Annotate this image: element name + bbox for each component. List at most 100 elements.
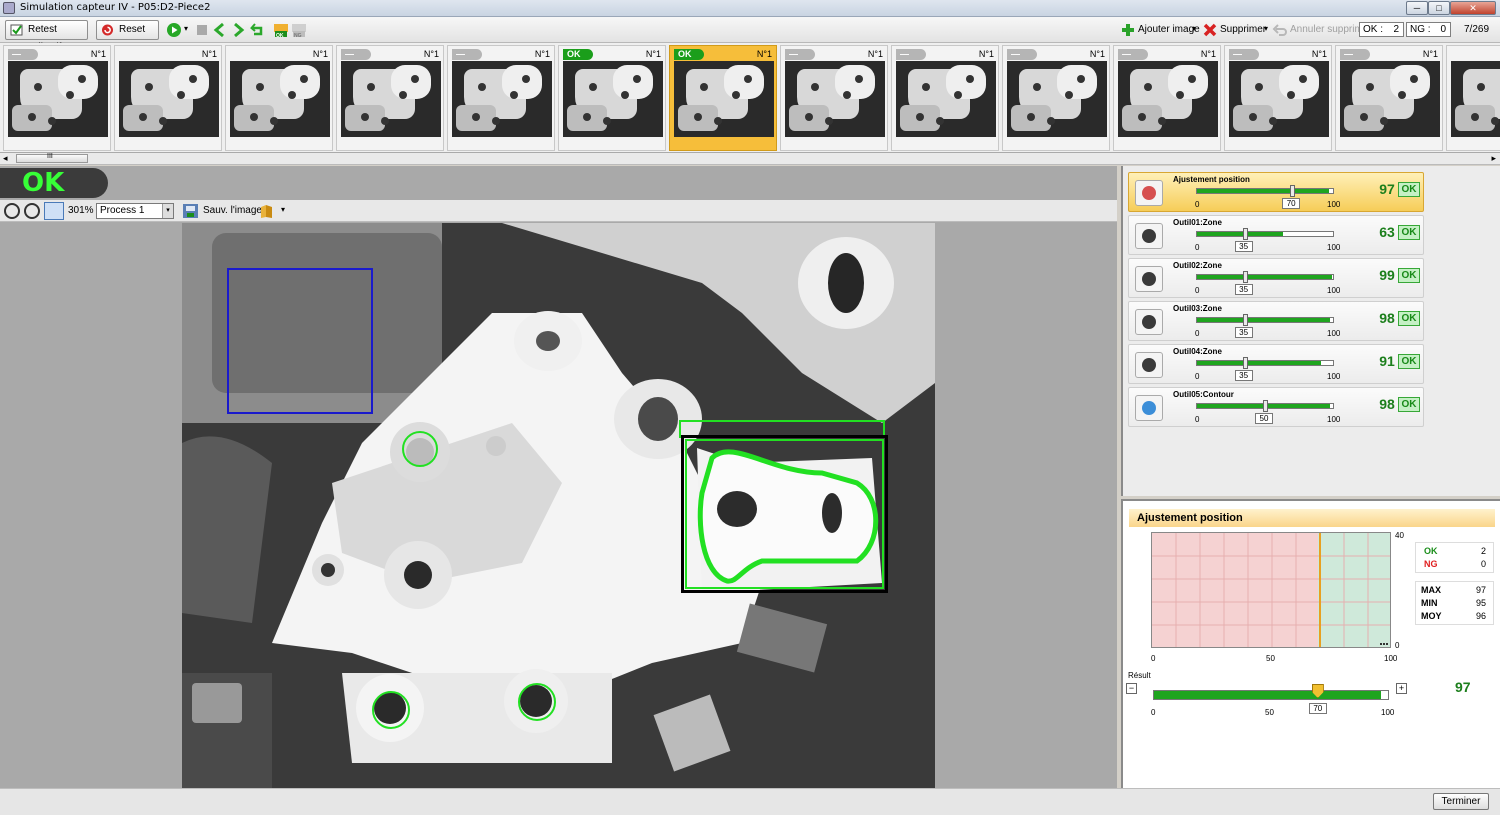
thumbnail-strip: N°1 — N°1 N°1 N°1 — N°1 — N°1 OK N°1 OK N°1 — N°1 — N°1 —…: [0, 43, 1500, 153]
reset-label: Reset: [119, 24, 146, 35]
loop-icon[interactable]: [249, 22, 265, 38]
max-min-avg-box: MAX 97 MIN 95 MOY 96: [1415, 581, 1494, 625]
ok-small-label: OK: [276, 33, 284, 39]
tool-row[interactable]: Outil04:Zone 0 100 35 91 OK: [1128, 344, 1424, 384]
retest-collectif-button[interactable]: Retest collectif: [5, 20, 88, 53]
tool-row[interactable]: Ajustement position 0 100 70 97 OK: [1128, 172, 1424, 212]
stop-icon[interactable]: [194, 22, 210, 38]
folder-icon[interactable]: [260, 203, 274, 219]
fit-to-window-icon[interactable]: [44, 202, 64, 220]
minimize-button[interactable]: ─: [1406, 1, 1428, 15]
roi-zone-circle-3[interactable]: [518, 683, 556, 721]
threshold-decrease-button[interactable]: −: [1126, 683, 1137, 694]
tool-scale-max: 100: [1327, 286, 1341, 295]
tool-threshold-knob[interactable]: [1263, 400, 1268, 412]
tool-row[interactable]: Outil05:Contour 0 100 50 98 OK: [1128, 387, 1424, 427]
thumbnail[interactable]: N°1 OK: [669, 45, 777, 151]
roi-zone-circle-1[interactable]: [402, 431, 438, 467]
scrollbar-grip: III: [47, 153, 53, 160]
tool-threshold-knob[interactable]: [1242, 228, 1248, 240]
thumbnail-number: N°1: [978, 49, 994, 59]
thumbnail[interactable]: N°1 OK: [558, 45, 666, 151]
thumbnail-number: N°1: [1422, 49, 1438, 59]
ok-counter-value: 2: [1393, 24, 1399, 35]
next-icon[interactable]: [230, 22, 246, 38]
delete-dropdown-icon[interactable]: ▾: [1264, 24, 1268, 33]
thumbnail[interactable]: N°1 —: [1002, 45, 1110, 151]
process-select[interactable]: Process 1 ▾: [96, 203, 174, 219]
slider-tick-100: 100: [1381, 708, 1395, 717]
folder-dropdown-icon[interactable]: ▾: [281, 205, 285, 214]
stat-ok-label: OK: [1424, 546, 1438, 556]
delete-label[interactable]: Supprimer: [1220, 24, 1266, 35]
title-bar: Simulation capteur IV - P05:D2-Piece2 ─ …: [0, 0, 1500, 17]
thumbnail-image: [674, 61, 774, 137]
finish-button[interactable]: Terminer: [1433, 793, 1489, 810]
threshold-slider[interactable]: [1153, 690, 1389, 700]
tool-threshold-value: 70: [1282, 198, 1301, 209]
add-image-icon[interactable]: [1120, 22, 1136, 38]
tool-score-fill: [1197, 275, 1332, 279]
play-dropdown-icon[interactable]: ▾: [184, 24, 188, 33]
threshold-increase-button[interactable]: +: [1396, 683, 1407, 694]
tool-row[interactable]: Outil03:Zone 0 100 35 98 OK: [1128, 301, 1424, 341]
image-viewer-pane: OK 301% Process 1 ▾ Sauv. l'image ▾: [0, 166, 1117, 788]
thumbnail[interactable]: N°1: [1446, 45, 1500, 151]
tool-threshold-knob[interactable]: [1242, 357, 1248, 369]
process-dropdown-icon: ▾: [162, 204, 173, 218]
thumbnail[interactable]: N°1 —: [336, 45, 444, 151]
thumbnail-scrollbar[interactable]: ◂ III ▸: [0, 153, 1500, 165]
reset-button[interactable]: Reset: [96, 20, 159, 40]
image-index: 7/269: [1464, 24, 1490, 35]
thumbnail[interactable]: N°1 —: [447, 45, 555, 151]
save-image-icon[interactable]: [182, 203, 199, 219]
maximize-button[interactable]: □: [1428, 1, 1450, 15]
tool-name: Ajustement position: [1173, 175, 1250, 184]
thumbnail-number: N°1: [534, 49, 550, 59]
tool-row[interactable]: Outil01:Zone 0 100 35 63 OK: [1128, 215, 1424, 255]
stat-moy-label: MOY: [1421, 611, 1442, 621]
undo-delete-icon[interactable]: [1272, 22, 1288, 38]
close-button[interactable]: ✕: [1450, 1, 1496, 15]
thumbnail[interactable]: N°1 —: [780, 45, 888, 151]
thumbnail[interactable]: N°1 —: [3, 45, 111, 151]
delete-icon[interactable]: [1202, 22, 1218, 38]
scroll-right-icon[interactable]: ▸: [1491, 153, 1496, 164]
save-image-label[interactable]: Sauv. l'image: [203, 205, 262, 216]
play-icon[interactable]: [166, 22, 182, 38]
histogram-chart: [1151, 532, 1391, 648]
thumbnail[interactable]: N°1 —: [1335, 45, 1443, 151]
roi-zone-blue[interactable]: [227, 268, 373, 414]
add-image-dropdown-icon[interactable]: ▾: [1192, 24, 1196, 33]
tool-scale-min: 0: [1195, 200, 1200, 209]
tool-row[interactable]: Outil02:Zone 0 100 35 99 OK: [1128, 258, 1424, 298]
scroll-left-icon[interactable]: ◂: [3, 153, 8, 164]
previous-icon[interactable]: [212, 22, 228, 38]
thumbnail-status-tag: —: [341, 49, 371, 60]
result-label: Résult: [1128, 671, 1151, 680]
tool-threshold-knob[interactable]: [1242, 271, 1248, 283]
thumbnail[interactable]: N°1 —: [1224, 45, 1332, 151]
roi-zone-circle-2[interactable]: [372, 691, 410, 729]
tool-threshold-value: 35: [1234, 327, 1253, 338]
thumbnail[interactable]: N°1: [114, 45, 222, 151]
tool-threshold-knob[interactable]: [1290, 185, 1296, 197]
tool-scale-max: 100: [1327, 200, 1341, 209]
thumbnail[interactable]: N°1 —: [891, 45, 999, 151]
thumbnail-number: N°1: [756, 49, 772, 59]
tool-threshold-knob[interactable]: [1242, 314, 1248, 326]
zoom-out-icon[interactable]: [4, 203, 20, 219]
tool-scale-max: 100: [1327, 372, 1341, 381]
camera-image[interactable]: [182, 223, 935, 788]
tool-list-pane: Ajustement position 0 100 70 97 OK Outil01:Zon…: [1121, 166, 1500, 496]
thumbnail-status-tag: —: [1340, 49, 1370, 60]
tool-threshold-value: 35: [1234, 241, 1253, 252]
add-image-label[interactable]: Ajouter image: [1138, 24, 1200, 35]
tool-score-bar: [1196, 400, 1334, 412]
thumbnail[interactable]: N°1 —: [1113, 45, 1221, 151]
scrollbar-thumb[interactable]: III: [16, 153, 88, 163]
thumbnail[interactable]: N°1: [225, 45, 333, 151]
tool-scale-max: 100: [1327, 329, 1341, 338]
zoom-in-icon[interactable]: [24, 203, 40, 219]
thumbnail-image: [8, 61, 108, 137]
